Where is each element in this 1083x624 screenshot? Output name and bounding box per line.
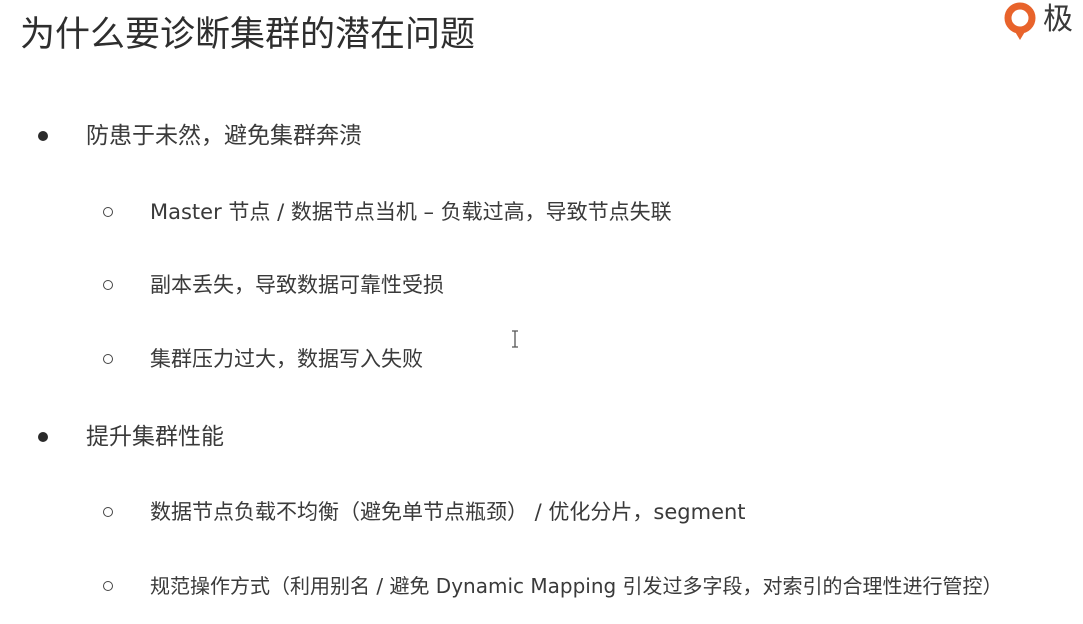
logo: 极 [997, 0, 1083, 42]
section-1-label: 防患于未然，避免集群奔溃 [86, 123, 362, 149]
bullet-ring [103, 280, 113, 290]
bullet-ring [103, 507, 113, 517]
bullet-dot [38, 131, 48, 141]
list-item-text: 集群压力过大，数据写入失败 [150, 347, 423, 371]
list-item-text: 规范操作方式（利用别名 / 避免 Dynamic Mapping 引发过多字段，… [150, 574, 1003, 598]
text-cursor-icon [512, 330, 518, 348]
list-item-text: 数据节点负载不均衡（避免单节点瓶颈） / 优化分片，segment [150, 500, 746, 524]
list-item-text: 副本丢失，导致数据可靠性受损 [150, 273, 444, 297]
logo-text: 极 [1043, 2, 1073, 37]
geekbang-logo-icon [1004, 2, 1036, 40]
bullet-ring [103, 354, 113, 364]
bullet-ring [103, 581, 113, 591]
list-item-text: Master 节点 / 数据节点当机 – 负载过高，导致节点失联 [150, 200, 672, 224]
bullet-ring [103, 207, 113, 217]
slide: 为什么要诊断集群的潜在问题 极 防患于未然，避免集群奔溃 Master 节点 /… [0, 0, 1083, 624]
slide-title: 为什么要诊断集群的潜在问题 [20, 15, 476, 55]
section-2-label: 提升集群性能 [86, 424, 224, 450]
bullet-dot [38, 432, 48, 442]
